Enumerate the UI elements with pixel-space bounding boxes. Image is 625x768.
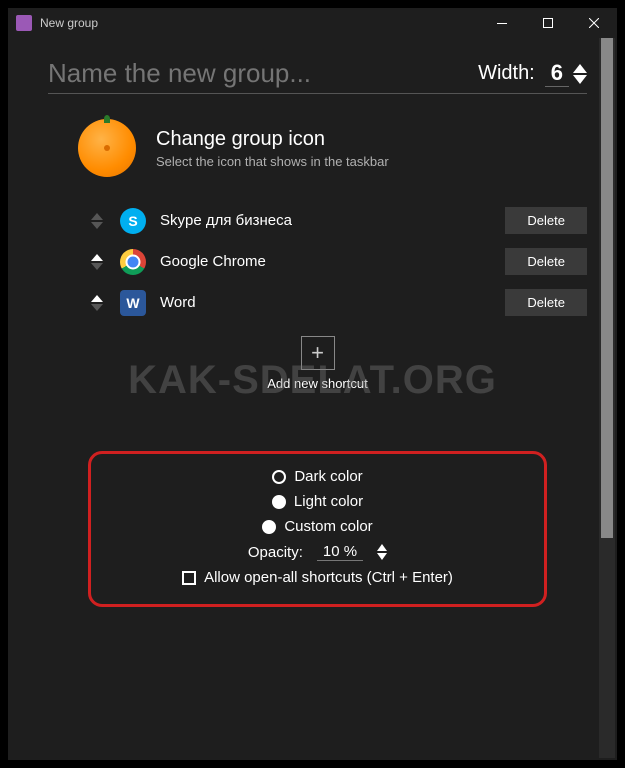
delete-button[interactable]: Delete: [505, 289, 587, 316]
skype-icon: S: [120, 208, 146, 234]
change-icon-title: Change group icon: [156, 128, 389, 151]
opacity-up-icon[interactable]: [377, 544, 387, 551]
width-up-icon[interactable]: [573, 64, 587, 73]
delete-button[interactable]: Delete: [505, 207, 587, 234]
opacity-down-icon[interactable]: [377, 553, 387, 560]
color-radio-label: Custom color: [284, 518, 372, 535]
color-radio[interactable]: [272, 495, 286, 509]
close-button[interactable]: [571, 8, 617, 38]
app-name-label: Skypе для бизнеса: [160, 212, 491, 229]
move-down-icon[interactable]: [91, 304, 103, 311]
color-radio-label: Dark color: [294, 468, 362, 485]
opacity-label: Opacity:: [248, 544, 303, 561]
move-down-icon[interactable]: [91, 263, 103, 270]
width-value[interactable]: 6: [545, 60, 569, 87]
width-label: Width:: [478, 62, 535, 85]
color-settings-panel: Dark color Light color Custom color Opacit…: [88, 451, 547, 607]
window-title: New group: [40, 16, 479, 30]
opacity-value[interactable]: 10 %: [317, 543, 363, 561]
word-icon: W: [120, 290, 146, 316]
shortcut-row: S Skypе для бизнеса Delete: [88, 207, 587, 234]
titlebar: New group: [8, 8, 617, 38]
app-name-label: Word: [160, 294, 491, 311]
minimize-button[interactable]: [479, 8, 525, 38]
allow-openall-label: Allow open-all shortcuts (Ctrl + Enter): [204, 569, 453, 586]
change-icon-subtitle: Select the icon that shows in the taskba…: [156, 154, 389, 169]
change-icon-section[interactable]: Change group icon Select the icon that s…: [78, 119, 587, 177]
color-radio-label: Light color: [294, 493, 363, 510]
allow-openall-checkbox[interactable]: [182, 571, 196, 585]
move-down-icon[interactable]: [91, 222, 103, 229]
color-radio[interactable]: [262, 520, 276, 534]
move-up-icon[interactable]: [91, 295, 103, 302]
delete-button[interactable]: Delete: [505, 248, 587, 275]
shortcut-row: W Word Delete: [88, 289, 587, 316]
move-up-icon[interactable]: [91, 254, 103, 261]
shortcut-row: Google Chrome Delete: [88, 248, 587, 275]
orange-icon: [78, 119, 136, 177]
add-shortcut-label: Add new shortcut: [48, 376, 587, 391]
group-name-input[interactable]: [48, 58, 478, 89]
app-name-label: Google Chrome: [160, 253, 491, 270]
color-radio[interactable]: [272, 470, 286, 484]
app-icon: [16, 15, 32, 31]
move-up-icon[interactable]: [91, 213, 103, 220]
chrome-icon: [120, 249, 146, 275]
add-shortcut-button[interactable]: +: [301, 336, 335, 370]
maximize-button[interactable]: [525, 8, 571, 38]
width-down-icon[interactable]: [573, 75, 587, 84]
